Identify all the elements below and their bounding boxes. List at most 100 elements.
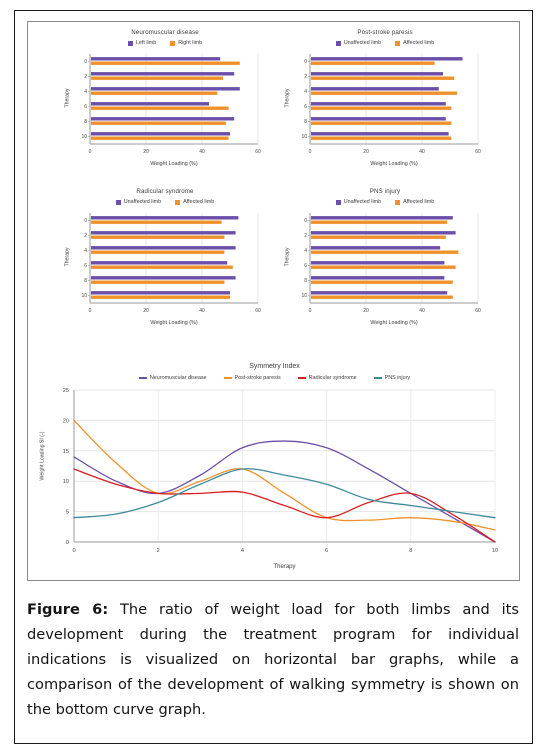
svg-text:2: 2 <box>304 233 307 239</box>
svg-text:6: 6 <box>84 104 87 110</box>
chart-legend: Unaffected limb Affected limb <box>60 198 270 206</box>
legend-swatch-icon <box>395 40 401 46</box>
legend-label: Right limb <box>178 40 203 46</box>
chart-title: PNS injury <box>369 188 401 195</box>
chart-legend: Unaffected limb Affected limb <box>280 198 490 206</box>
legend-label: Affected limb <box>403 40 435 46</box>
svg-text:0: 0 <box>89 149 92 155</box>
bar-plot-0: 0 2 4 6 8 10 0 20 40 60 Weight Loading (%) <box>81 54 261 167</box>
svg-text:60: 60 <box>255 308 261 314</box>
bar-plot-1: 0 2 4 6 8 10 0 20 40 60 Weight Loading (%) <box>301 54 481 167</box>
chart-title: Post-stroke paresis <box>357 29 413 36</box>
svg-text:8: 8 <box>84 119 87 125</box>
svg-text:60: 60 <box>475 308 481 314</box>
svg-text:20: 20 <box>63 418 69 424</box>
legend-label: Affected limb <box>183 199 215 205</box>
svg-text:2: 2 <box>84 74 87 80</box>
chart-legend: Left limb Right limb <box>60 39 270 47</box>
legend-label: Unaffected limb <box>343 199 382 205</box>
svg-text:20: 20 <box>363 308 369 314</box>
svg-text:8: 8 <box>84 278 87 284</box>
plot-wrap: Therapy 0 2 4 6 8 10 0 20 40 60 Weight Loading (%) <box>60 50 270 170</box>
legend-line-icon <box>223 377 232 379</box>
legend-entry: Affected limb <box>175 198 214 206</box>
legend-swatch-icon <box>395 199 401 205</box>
svg-text:10: 10 <box>63 479 69 485</box>
legend-entry: Right limb <box>170 39 202 47</box>
legend-entry: Unaffected limb <box>335 39 382 47</box>
svg-text:40: 40 <box>199 308 205 314</box>
line-chart-symmetry-index: Symmetry Index Neuromuscular disease Pos… <box>36 362 513 580</box>
svg-text:0: 0 <box>89 308 92 314</box>
svg-text:10: 10 <box>81 293 87 299</box>
legend-swatch-icon <box>115 199 121 205</box>
legend-entry: Affected limb <box>395 198 434 206</box>
svg-text:10: 10 <box>301 134 307 140</box>
bar-chart-radicular-syndrome: Radicular syndrome Unaffected limb Affec… <box>60 187 270 342</box>
line-plot: 0 5 10 15 20 25 0 2 4 6 8 10 Therapy <box>63 388 498 570</box>
y-axis-label: Weight Loading SI (-) <box>39 431 46 481</box>
svg-text:Weight Loading (%): Weight Loading (%) <box>150 161 197 167</box>
svg-text:Weight Loading (%): Weight Loading (%) <box>370 161 417 167</box>
svg-text:10: 10 <box>81 134 87 140</box>
chart-legend: Unaffected limb Affected limb <box>280 39 490 47</box>
legend-entry: Unaffected limb <box>335 198 382 206</box>
legend-label: PNS injury <box>384 375 411 381</box>
svg-text:4: 4 <box>84 248 87 254</box>
svg-text:10: 10 <box>492 548 498 554</box>
legend-swatch-icon <box>127 40 133 46</box>
charts-panel: Neuromuscular disease Left limb Right li… <box>27 21 520 581</box>
svg-text:Weight Loading (%): Weight Loading (%) <box>150 320 197 326</box>
svg-text:60: 60 <box>255 149 261 155</box>
legend-line-icon <box>138 377 147 379</box>
svg-text:2: 2 <box>304 74 307 80</box>
legend-line-icon <box>373 377 382 379</box>
bar-chart-neuromuscular-disease: Neuromuscular disease Left limb Right li… <box>60 28 270 183</box>
legend-entry: Unaffected limb <box>115 198 162 206</box>
svg-text:2: 2 <box>157 548 160 554</box>
svg-text:25: 25 <box>63 388 69 394</box>
svg-text:2: 2 <box>84 233 87 239</box>
legend-label: Unaffected limb <box>343 40 382 46</box>
svg-text:0: 0 <box>84 59 87 65</box>
legend-label: Left limb <box>135 40 157 46</box>
y-axis-label: Therapy <box>64 247 71 267</box>
svg-text:6: 6 <box>325 548 328 554</box>
caption-label: Figure 6: <box>27 601 109 618</box>
legend-label: Post-stroke paresis <box>234 375 281 381</box>
svg-text:4: 4 <box>304 89 307 95</box>
plot-wrap: Therapy 0 2 4 6 8 10 0 20 40 60 Weight Loading (%) <box>280 50 490 170</box>
svg-text:0: 0 <box>309 308 312 314</box>
y-axis-label: Therapy <box>64 88 71 108</box>
svg-text:0: 0 <box>304 59 307 65</box>
svg-text:4: 4 <box>84 89 87 95</box>
chart-title: Neuromuscular disease <box>131 29 199 36</box>
svg-text:8: 8 <box>409 548 412 554</box>
y-axis-label: Therapy <box>284 88 291 108</box>
figure-caption: Figure 6: The ratio of weight load for b… <box>27 597 519 722</box>
svg-text:0: 0 <box>309 149 312 155</box>
bar-chart-pns-injury: PNS injury Unaffected limb Affected limb… <box>280 187 490 342</box>
plot-wrap: Therapy 0 2 4 6 8 10 0 20 40 60 Weight Loading (%) <box>60 209 270 329</box>
svg-text:8: 8 <box>304 278 307 284</box>
legend-line-icon <box>297 377 306 379</box>
legend-swatch-icon <box>170 40 176 46</box>
svg-text:10: 10 <box>301 293 307 299</box>
figure-frame: Neuromuscular disease Left limb Right li… <box>14 10 533 744</box>
legend-swatch-icon <box>335 199 341 205</box>
legend-label: Unaffected limb <box>123 199 162 205</box>
svg-text:0: 0 <box>304 218 307 224</box>
legend-entry: Left limb <box>127 39 157 47</box>
svg-text:6: 6 <box>304 263 307 269</box>
legend-entry: Affected limb <box>395 39 434 47</box>
svg-text:0: 0 <box>66 540 69 546</box>
legend-label: Neuromuscular disease <box>149 375 207 381</box>
svg-text:40: 40 <box>419 149 425 155</box>
bar-chart-post-stroke-paresis: Post-stroke paresis Unaffected limb Affe… <box>280 28 490 183</box>
chart-title: Radicular syndrome <box>136 188 194 195</box>
svg-text:5: 5 <box>66 510 69 516</box>
svg-text:8: 8 <box>304 119 307 125</box>
legend-entry: Post-stroke paresis <box>223 375 281 381</box>
chart-legend: Neuromuscular disease Post-stroke paresi… <box>36 375 513 381</box>
plot-wrap: Therapy 0 2 4 6 8 10 0 20 40 60 Weight Loading (%) <box>280 209 490 329</box>
